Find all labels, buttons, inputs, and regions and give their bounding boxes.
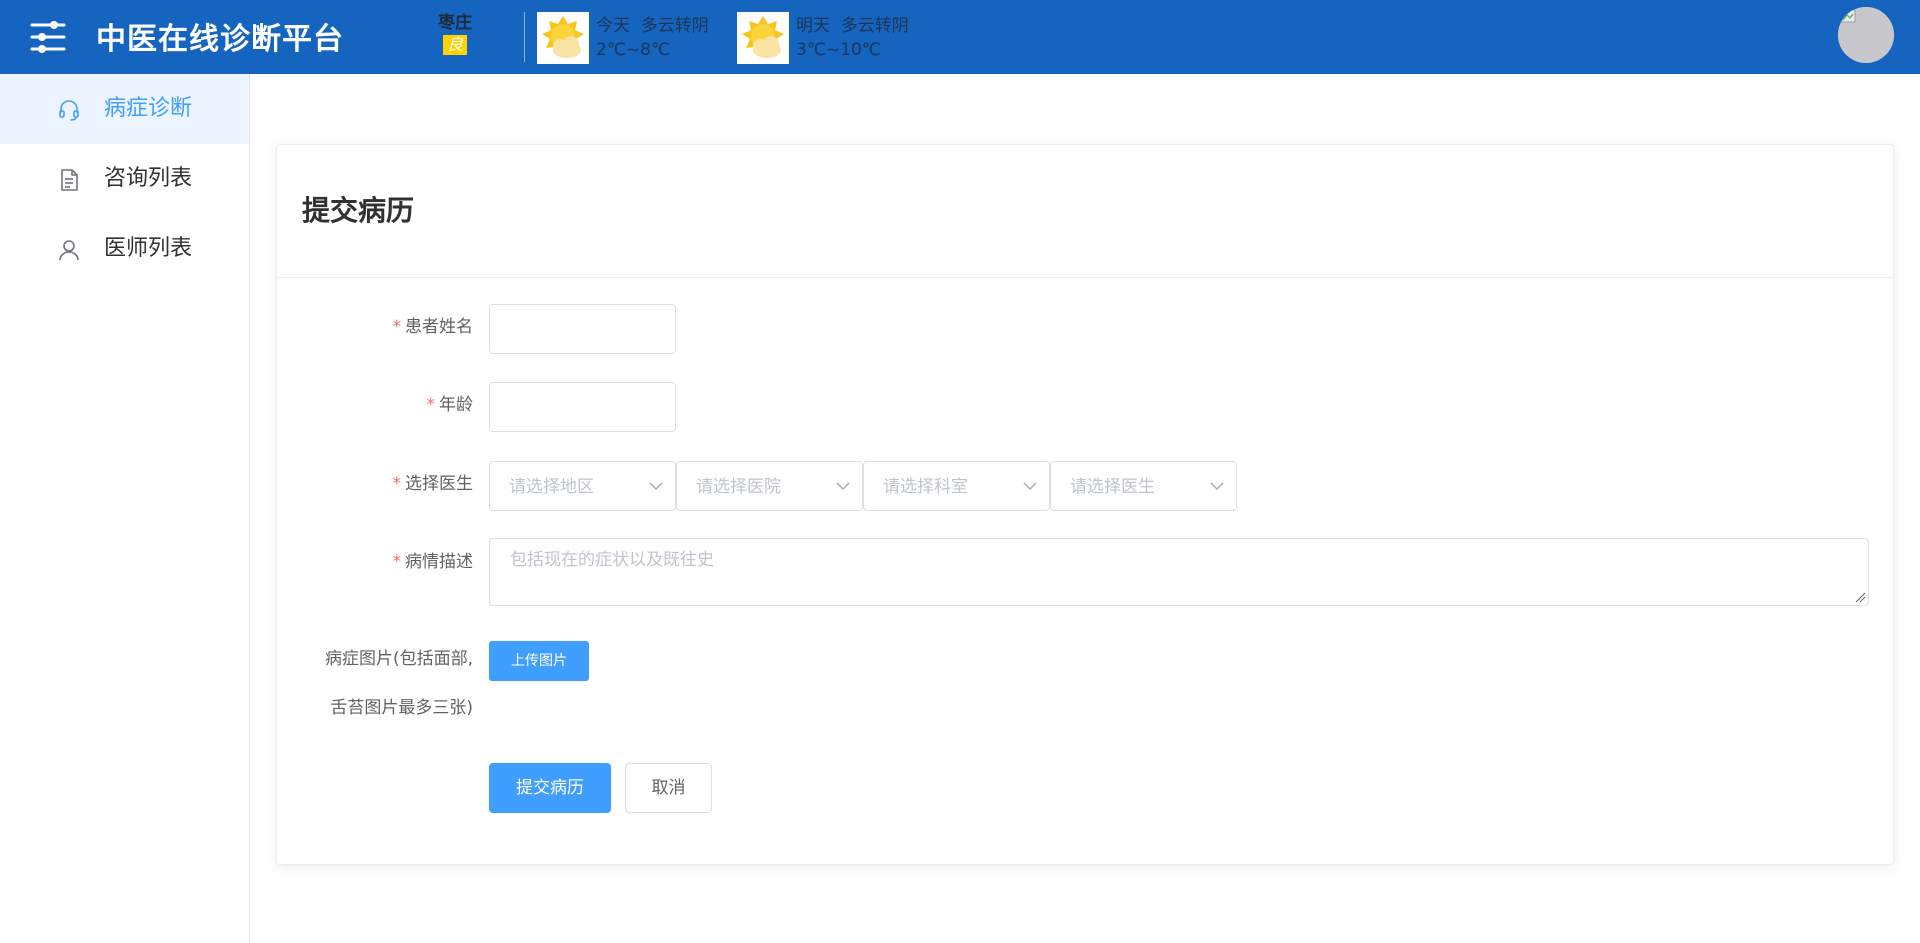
city-name: 枣庄 (438, 13, 472, 33)
sidebar-item-label: 咨询列表 (104, 166, 193, 191)
app-title: 中医在线诊断平台 (96, 22, 344, 57)
age-label-text: 年龄 (439, 395, 473, 415)
required-mark: * (392, 552, 402, 572)
hospital-select-placeholder: 请选择医院 (696, 477, 781, 497)
sliders-icon[interactable] (30, 20, 66, 54)
headset-icon (57, 98, 81, 122)
age-input[interactable] (489, 382, 676, 432)
sidebar-item-diagnosis[interactable]: 病症诊断 (0, 74, 249, 144)
patient-name-input[interactable] (489, 304, 676, 354)
page-title: 提交病历 (302, 194, 415, 227)
weather-tomorrow-text: 明天 多云转阴 3℃~10℃ (796, 14, 909, 62)
department-select[interactable]: 请选择科室 (863, 461, 1050, 511)
region-select[interactable]: 请选择地区 (489, 461, 676, 511)
weather-today-day: 今天 (596, 16, 630, 36)
select-doctor-label: * 选择医生 (393, 472, 474, 496)
sidebar-item-label: 医师列表 (104, 236, 193, 261)
resize-grip-icon[interactable] (1854, 591, 1866, 603)
region-select-placeholder: 请选择地区 (509, 477, 594, 497)
required-mark: * (392, 474, 402, 494)
sidebar-item-consultations[interactable]: 咨询列表 (0, 144, 249, 214)
images-label-line2: 舌苔图片最多三张) (330, 698, 473, 718)
weather-tomorrow-condition: 多云转阴 (840, 16, 909, 36)
sidebar: 病症诊断 咨询列表 医师列表 (0, 74, 250, 943)
weather-tomorrow-day: 明天 (796, 16, 830, 36)
chevron-down-icon (1023, 482, 1037, 491)
avatar-icon[interactable] (1838, 7, 1894, 63)
description-label-text: 病情描述 (405, 552, 473, 572)
description-textarea[interactable]: 包括现在的症状以及既往史 (489, 538, 1869, 606)
age-label: * 年龄 (427, 393, 474, 417)
user-icon (57, 238, 81, 262)
required-mark: * (392, 317, 402, 337)
required-mark: * (426, 395, 436, 415)
select-doctor-label-text: 选择医生 (405, 474, 473, 494)
chevron-down-icon (649, 482, 663, 491)
doctor-select[interactable]: 请选择医生 (1050, 461, 1237, 511)
patient-name-label-text: 患者姓名 (405, 317, 473, 337)
sidebar-item-label: 病症诊断 (104, 96, 193, 121)
department-select-placeholder: 请选择科室 (883, 477, 968, 497)
weather-today-condition: 多云转阴 (640, 16, 709, 36)
weather-tomorrow-temp: 3℃~10℃ (796, 40, 881, 60)
hospital-select[interactable]: 请选择医院 (676, 461, 863, 511)
images-label-line1: 病症图片(包括面部, (324, 649, 473, 669)
sidebar-item-doctors[interactable]: 医师列表 (0, 214, 249, 284)
patient-name-label: * 患者姓名 (393, 315, 474, 339)
cancel-button[interactable]: 取消 (625, 763, 712, 813)
air-quality-badge: 良 (442, 35, 467, 55)
weather-today-temp: 2℃~8℃ (596, 40, 671, 60)
partly-cloudy-icon (537, 12, 589, 64)
upload-image-button[interactable]: 上传图片 (489, 641, 589, 681)
medical-record-form-card: 提交病历 * 患者姓名 * 年龄 * 选择医生 请选择地区 请选择医院 请选择科室 请… (276, 144, 1894, 865)
description-label: * 病情描述 (393, 550, 474, 574)
doctor-select-placeholder: 请选择医生 (1070, 477, 1155, 497)
partly-cloudy-icon (737, 12, 789, 64)
chevron-down-icon (836, 482, 850, 491)
card-header: 提交病历 (277, 145, 1893, 278)
weather-today-text: 今天 多云转阴 2℃~8℃ (596, 14, 709, 62)
city-air-quality: 枣庄 良 (436, 12, 474, 55)
top-header: 中医在线诊断平台 枣庄 良 今天 多云转阴 2℃~8℃ 明天 多云转阴 3℃~1… (0, 0, 1920, 74)
description-placeholder: 包括现在的症状以及既往史 (510, 550, 714, 570)
submit-record-button[interactable]: 提交病历 (489, 763, 611, 813)
document-icon (57, 168, 81, 192)
header-divider (524, 12, 525, 62)
chevron-down-icon (1210, 482, 1224, 491)
